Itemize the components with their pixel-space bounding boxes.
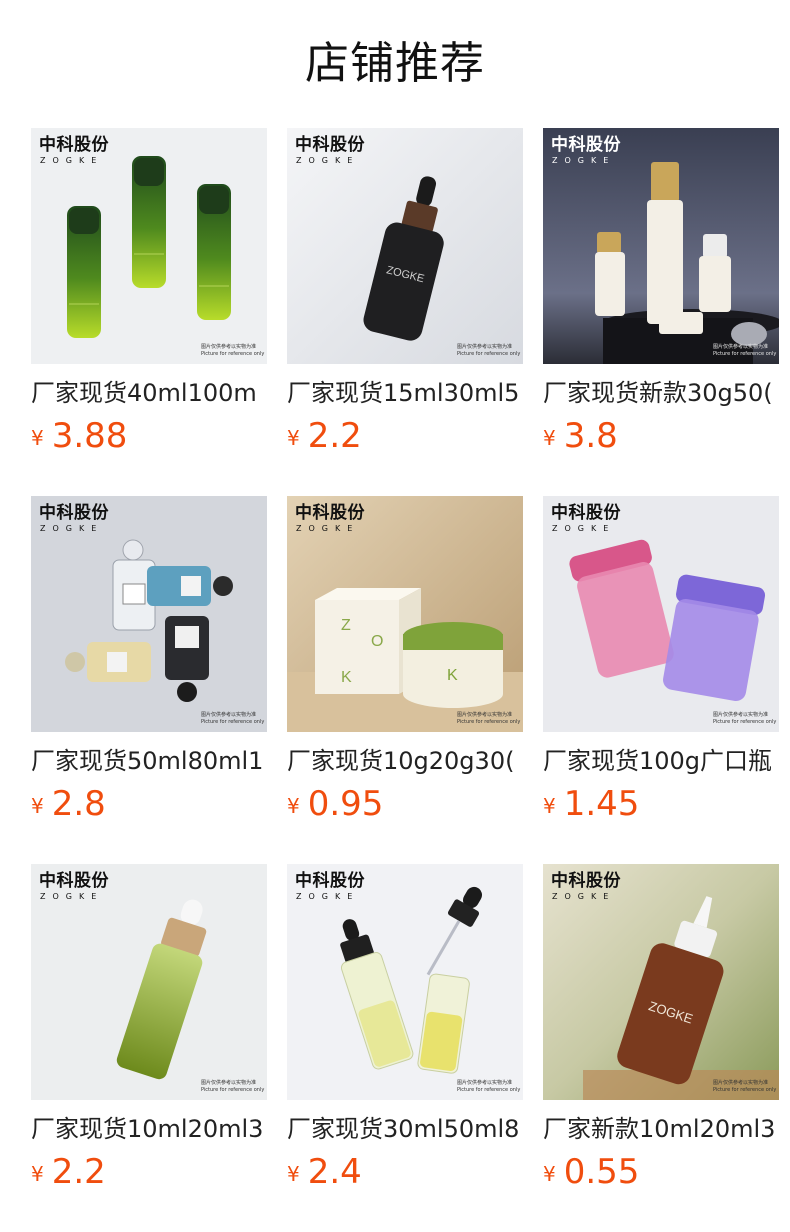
image-disclaimer: 图片仅供参考以实物为准 Picture for reference only bbox=[201, 712, 265, 725]
currency-symbol: ¥ bbox=[543, 426, 556, 450]
product-image[interactable]: ZOGKE 中科股份 ZOGKE 图片仅供参考以实物为准 Picture for… bbox=[543, 864, 779, 1100]
product-price: ¥3.8 bbox=[543, 416, 618, 456]
price-amount: 0.55 bbox=[563, 1152, 640, 1192]
image-disclaimer: 图片仅供参考以实物为准 Picture for reference only bbox=[457, 344, 521, 357]
brand-logo: 中科股份 ZOGKE bbox=[295, 871, 365, 901]
currency-symbol: ¥ bbox=[31, 426, 44, 450]
product-image[interactable]: 中科股份 ZOGKE 图片仅供参考以实物为准 Picture for refer… bbox=[31, 128, 267, 364]
product-name[interactable]: 厂家现货40ml100m bbox=[31, 376, 267, 410]
price-amount: 2.2 bbox=[307, 416, 362, 456]
product-card[interactable]: 中科股份 ZOGKE 图片仅供参考以实物为准 Picture for refer… bbox=[31, 496, 267, 856]
product-price: ¥2.8 bbox=[31, 784, 106, 824]
page-title: 店铺推荐 bbox=[305, 38, 485, 89]
svg-text:Z: Z bbox=[341, 617, 351, 634]
image-disclaimer: 图片仅供参考以实物为准 Picture for reference only bbox=[713, 712, 777, 725]
product-name[interactable]: 厂家现货30ml50ml8 bbox=[287, 1112, 523, 1146]
product-price: ¥2.4 bbox=[287, 1152, 362, 1192]
product-card[interactable]: 中科股份 ZOGKE 图片仅供参考以实物为准 Picture for refer… bbox=[31, 864, 267, 1224]
product-card[interactable]: Z O K K 中科股份 ZOGKE 图片仅供参考以实物为准 Picture f… bbox=[287, 496, 523, 856]
product-price: ¥3.88 bbox=[31, 416, 127, 456]
brand-logo: 中科股份 ZOGKE bbox=[295, 135, 365, 165]
currency-symbol: ¥ bbox=[31, 794, 44, 818]
brand-logo: 中科股份 ZOGKE bbox=[39, 503, 109, 533]
brand-logo: 中科股份 ZOGKE bbox=[39, 135, 109, 165]
image-disclaimer: 图片仅供参考以实物为准 Picture for reference only bbox=[201, 1080, 265, 1093]
price-amount: 0.95 bbox=[307, 784, 384, 824]
price-amount: 2.2 bbox=[51, 1152, 106, 1192]
brand-logo: 中科股份 ZOGKE bbox=[551, 135, 621, 165]
product-name[interactable]: 厂家现货15ml30ml5 bbox=[287, 376, 523, 410]
product-price: ¥1.45 bbox=[543, 784, 639, 824]
product-name[interactable]: 厂家现货100g广口瓶 bbox=[543, 744, 779, 778]
image-disclaimer: 图片仅供参考以实物为准 Picture for reference only bbox=[457, 712, 521, 725]
currency-symbol: ¥ bbox=[287, 1162, 300, 1186]
currency-symbol: ¥ bbox=[31, 1162, 44, 1186]
product-price: ¥0.55 bbox=[543, 1152, 639, 1192]
product-card[interactable]: 中科股份 ZOGKE 图片仅供参考以实物为准 Picture for refer… bbox=[543, 496, 779, 856]
product-name[interactable]: 厂家现货10g20g30( bbox=[287, 744, 523, 778]
product-price: ¥2.2 bbox=[287, 416, 362, 456]
price-amount: 2.8 bbox=[51, 784, 106, 824]
brand-logo: 中科股份 ZOGKE bbox=[551, 503, 621, 533]
product-image[interactable]: 中科股份 ZOGKE 图片仅供参考以实物为准 Picture for refer… bbox=[31, 864, 267, 1100]
svg-text:K: K bbox=[447, 667, 458, 684]
currency-symbol: ¥ bbox=[543, 1162, 556, 1186]
svg-text:K: K bbox=[341, 669, 352, 686]
svg-text:O: O bbox=[371, 633, 383, 650]
product-name[interactable]: 厂家现货10ml20ml3 bbox=[31, 1112, 267, 1146]
product-image[interactable]: Z O K K 中科股份 ZOGKE 图片仅供参考以实物为准 Picture f… bbox=[287, 496, 523, 732]
product-image[interactable]: 中科股份 ZOGKE 图片仅供参考以实物为准 Picture for refer… bbox=[543, 128, 779, 364]
product-name[interactable]: 厂家现货新款30g50( bbox=[543, 376, 779, 410]
price-amount: 2.4 bbox=[307, 1152, 362, 1192]
product-card[interactable]: 中科股份 ZOGKE 图片仅供参考以实物为准 Picture for refer… bbox=[287, 864, 523, 1224]
price-amount: 1.45 bbox=[563, 784, 640, 824]
brand-logo: 中科股份 ZOGKE bbox=[39, 871, 109, 901]
currency-symbol: ¥ bbox=[287, 794, 300, 818]
product-card[interactable]: 中科股份 ZOGKE 图片仅供参考以实物为准 Picture for refer… bbox=[31, 128, 267, 488]
product-card[interactable]: ZOGKE 中科股份 ZOGKE 图片仅供参考以实物为准 Picture for… bbox=[287, 128, 523, 488]
product-name[interactable]: 厂家新款10ml20ml3 bbox=[543, 1112, 779, 1146]
brand-logo: 中科股份 ZOGKE bbox=[295, 503, 365, 533]
brand-logo: 中科股份 ZOGKE bbox=[551, 871, 621, 901]
product-price: ¥2.2 bbox=[31, 1152, 106, 1192]
image-disclaimer: 图片仅供参考以实物为准 Picture for reference only bbox=[201, 344, 265, 357]
image-disclaimer: 图片仅供参考以实物为准 Picture for reference only bbox=[713, 1080, 777, 1093]
product-image[interactable]: 中科股份 ZOGKE 图片仅供参考以实物为准 Picture for refer… bbox=[543, 496, 779, 732]
product-card[interactable]: ZOGKE 中科股份 ZOGKE 图片仅供参考以实物为准 Picture for… bbox=[543, 864, 779, 1224]
currency-symbol: ¥ bbox=[287, 426, 300, 450]
currency-symbol: ¥ bbox=[543, 794, 556, 818]
product-price: ¥0.95 bbox=[287, 784, 383, 824]
product-image[interactable]: 中科股份 ZOGKE 图片仅供参考以实物为准 Picture for refer… bbox=[287, 864, 523, 1100]
product-image[interactable]: 中科股份 ZOGKE 图片仅供参考以实物为准 Picture for refer… bbox=[31, 496, 267, 732]
image-disclaimer: 图片仅供参考以实物为准 Picture for reference only bbox=[457, 1080, 521, 1093]
product-card[interactable]: 中科股份 ZOGKE 图片仅供参考以实物为准 Picture for refer… bbox=[543, 128, 779, 488]
product-image[interactable]: ZOGKE 中科股份 ZOGKE 图片仅供参考以实物为准 Picture for… bbox=[287, 128, 523, 364]
price-amount: 3.8 bbox=[563, 416, 618, 456]
image-disclaimer: 图片仅供参考以实物为准 Picture for reference only bbox=[713, 344, 777, 357]
product-name[interactable]: 厂家现货50ml80ml1 bbox=[31, 744, 267, 778]
price-amount: 3.88 bbox=[51, 416, 128, 456]
